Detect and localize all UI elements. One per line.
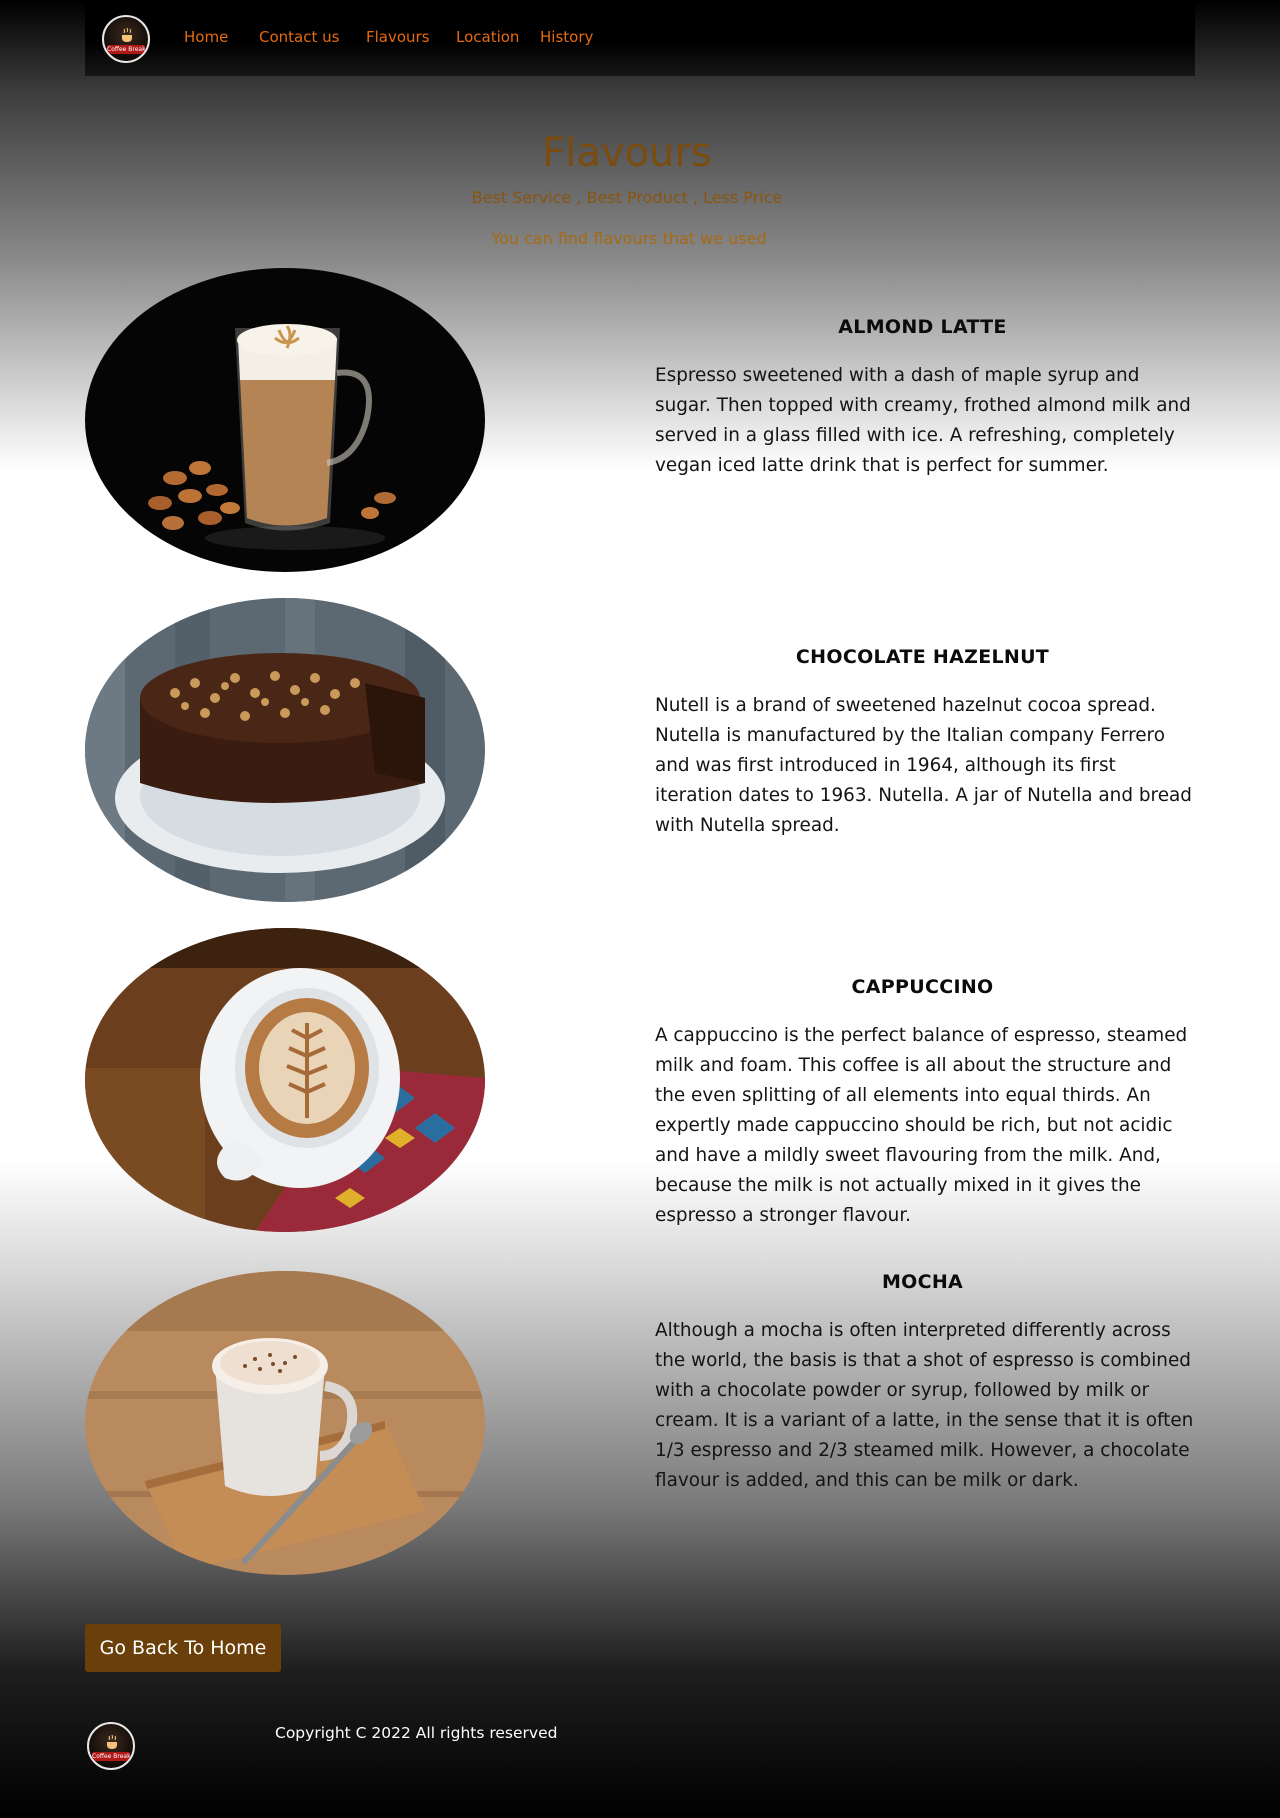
nav-link-history[interactable]: History [540, 28, 593, 46]
coffee-cup-icon [122, 27, 132, 42]
nav-link-home[interactable]: Home [184, 28, 228, 46]
nav-link-flavours[interactable]: Flavours [366, 28, 430, 46]
intro-text: You can find flavours that we used [491, 229, 767, 248]
logo-label: Coffee Break [107, 45, 145, 54]
page-title: Flavours [542, 130, 712, 176]
flavour-description-almond-latte: Espresso sweetened with a dash of maple … [655, 365, 1191, 476]
mocha-image [85, 1271, 485, 1575]
flavour-title-mocha: MOCHA [881, 1271, 964, 1293]
footer-logo[interactable]: Coffee Break [87, 1722, 135, 1770]
go-back-home-button[interactable]: Go Back To Home [85, 1624, 281, 1672]
coffee-break-logo[interactable]: Coffee Break [102, 15, 150, 63]
flavour-title-almond-latte: ALMOND LATTE [838, 316, 1007, 338]
chocolate-hazelnut-image [85, 598, 485, 902]
nav-link-contact-us[interactable]: Contact us [259, 28, 339, 46]
almond-latte-image [85, 268, 485, 572]
flavour-description-mocha: Although a mocha is often interpreted di… [655, 1320, 1194, 1491]
flavour-title-cappuccino: CAPPUCCINO [851, 976, 994, 998]
top-navbar: Coffee Break Home Contact us Flavours Lo… [85, 0, 1195, 76]
flavour-description-cappuccino: A cappuccino is the perfect balance of e… [655, 1025, 1188, 1226]
footer-logo-label: Coffee Break [92, 1752, 130, 1761]
copyright-text: Copyright C 2022 All rights reserved [275, 1724, 558, 1742]
flavour-title-chocolate-hazelnut: CHOCOLATE HAZELNUT [795, 646, 1050, 668]
tagline: Best Service , Best Product , Less Price [471, 188, 783, 207]
coffee-cup-icon [107, 1734, 117, 1749]
nav-link-location[interactable]: Location [456, 28, 519, 46]
flavour-description-chocolate-hazelnut: Nutell is a brand of sweetened hazelnut … [655, 695, 1192, 836]
cappuccino-image [85, 928, 485, 1232]
